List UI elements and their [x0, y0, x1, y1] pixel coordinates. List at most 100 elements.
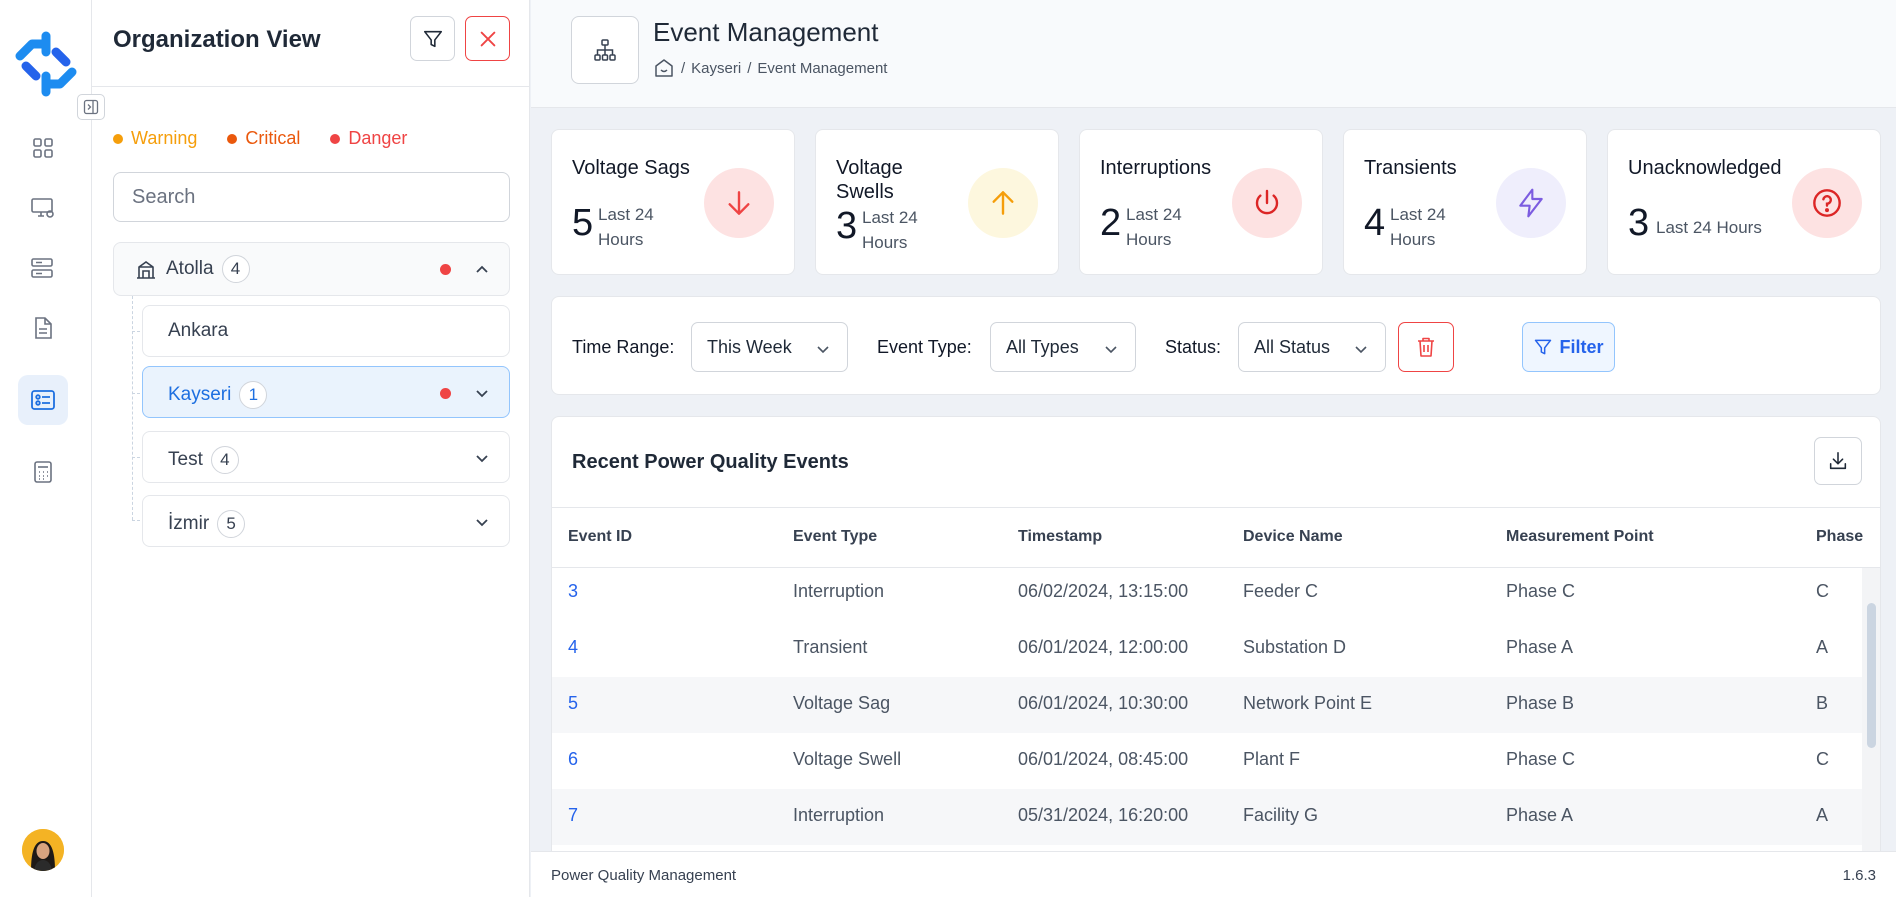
phase-cell: C: [1816, 749, 1829, 769]
filter-button-label: Filter: [1559, 336, 1604, 357]
tree-node-atolla[interactable]: Atolla 4: [113, 242, 510, 296]
tree-node-label: Ankara: [168, 320, 229, 341]
event-id-link[interactable]: 7: [568, 805, 578, 826]
danger-dot: [330, 133, 341, 144]
download-button[interactable]: [1814, 437, 1862, 485]
card-subtitle: Last 24 Hours: [862, 208, 918, 252]
tree-connector: [132, 296, 133, 520]
tree-node-label: Atolla: [166, 258, 214, 279]
nav-rail: [0, 0, 92, 897]
footer-app-name: Power Quality Management: [551, 867, 737, 884]
card-subtitle: Last 24 Hours: [1126, 205, 1182, 249]
calculator-icon[interactable]: [18, 447, 68, 497]
column-header[interactable]: Device Name: [1243, 528, 1343, 546]
column-header[interactable]: Timestamp: [1018, 528, 1102, 546]
select-value: All Status: [1254, 336, 1331, 357]
timestamp-cell: 06/01/2024, 10:30:00: [1018, 693, 1189, 713]
column-header[interactable]: Event ID: [568, 528, 632, 546]
dashboard-icon[interactable]: [18, 123, 68, 173]
chevron-down-icon[interactable]: [473, 449, 491, 467]
stat-card-interruptions: Interruptions 2 Last 24 Hours: [1079, 129, 1323, 275]
chevron-up-icon[interactable]: [473, 261, 491, 279]
filter-button[interactable]: [410, 16, 455, 61]
legend-danger: Danger: [330, 128, 407, 149]
breadcrumb-separator: /: [681, 59, 686, 77]
breadcrumb-item: Event Management: [757, 59, 888, 77]
table-row[interactable]: 3 Interruption 06/02/2024, 13:15:00 Feed…: [552, 565, 1862, 621]
event-id-link[interactable]: 6: [568, 749, 578, 770]
scrollbar-thumb[interactable]: [1867, 603, 1876, 748]
tree-node-izmir[interactable]: İzmir 5: [142, 495, 510, 547]
warning-dot: [113, 133, 123, 144]
funnel-icon: [1535, 339, 1552, 355]
apply-filter-button[interactable]: Filter: [1522, 322, 1615, 372]
stat-card-transients: Transients 4 Last 24 Hours: [1343, 129, 1587, 275]
chevron-down-icon[interactable]: [473, 513, 491, 531]
close-button[interactable]: [465, 16, 510, 61]
event-id-link[interactable]: 5: [568, 693, 578, 714]
table-body: 3 Interruption 06/02/2024, 13:15:00 Feed…: [552, 565, 1880, 896]
arrow-up-icon: [968, 168, 1038, 238]
measurement-point-cell: Phase C: [1506, 749, 1576, 769]
legend-warning: Warning: [113, 128, 197, 149]
collapse-panel-button[interactable]: [77, 94, 105, 120]
column-header[interactable]: Phase: [1816, 528, 1863, 546]
card-value: 3: [1628, 202, 1650, 244]
timestamp-cell: 05/31/2024, 16:20:00: [1018, 805, 1189, 825]
card-subtitle: Last 24 Hours: [598, 205, 654, 249]
card-value: 4: [1364, 202, 1386, 244]
event-list-icon[interactable]: [18, 375, 68, 425]
stat-card-unacknowledged: Unacknowledged 3 Last 24 Hours: [1607, 129, 1881, 275]
measurement-point-cell: Phase A: [1506, 637, 1574, 657]
event-id-link[interactable]: 3: [568, 581, 578, 602]
phase-cell: A: [1816, 805, 1829, 825]
home-icon[interactable]: [653, 58, 675, 78]
monitor-settings-icon[interactable]: [18, 183, 68, 233]
card-title: Voltage Sags: [572, 157, 690, 179]
clear-filters-button[interactable]: [1398, 322, 1454, 372]
organization-panel-title: Organization View: [113, 26, 321, 53]
event-type-cell: Voltage Sag: [793, 693, 891, 713]
user-avatar[interactable]: [22, 829, 64, 871]
factory-icon: [137, 261, 155, 279]
tree-node-count: 5: [217, 510, 246, 538]
device-name-cell: Substation D: [1243, 637, 1347, 657]
chevron-down-icon[interactable]: [473, 384, 491, 402]
table-row[interactable]: 4 Transient 06/01/2024, 12:00:00 Substat…: [552, 621, 1862, 677]
tree-node-label: İzmir: [168, 513, 210, 534]
status-select[interactable]: All Status: [1238, 322, 1386, 372]
tree-node-count: 1: [239, 381, 268, 409]
tree-node-kayseri[interactable]: Kayseri 1: [142, 366, 510, 418]
download-icon: [1829, 451, 1847, 470]
tree-node-test[interactable]: Test 4: [142, 431, 510, 483]
table-row[interactable]: 7 Interruption 05/31/2024, 16:20:00 Faci…: [552, 789, 1862, 845]
timestamp-cell: 06/01/2024, 12:00:00: [1018, 637, 1189, 657]
column-header[interactable]: Measurement Point: [1506, 528, 1654, 546]
card-value: 2: [1100, 202, 1122, 244]
stat-card-voltage-sags: Voltage Sags 5 Last 24 Hours: [551, 129, 795, 275]
event-type-cell: Interruption: [793, 581, 885, 601]
table-row[interactable]: 5 Voltage Sag 06/01/2024, 10:30:00 Netwo…: [552, 677, 1862, 733]
severity-legend: Warning Critical Danger: [113, 128, 407, 149]
card-subtitle: Last 24 Hours: [1656, 218, 1762, 237]
table-scrollbar[interactable]: [1862, 568, 1880, 896]
lightning-icon: [1496, 168, 1566, 238]
time-range-select[interactable]: This Week: [691, 322, 848, 372]
app-logo[interactable]: [12, 30, 80, 98]
trash-icon: [1418, 337, 1434, 357]
server-settings-icon[interactable]: [18, 243, 68, 293]
card-value: 3: [836, 205, 858, 247]
time-range-label: Time Range:: [572, 337, 675, 357]
event-id-link[interactable]: 4: [568, 637, 578, 658]
column-header[interactable]: Event Type: [793, 528, 877, 546]
power-icon: [1232, 168, 1302, 238]
tree-node-ankara[interactable]: Ankara: [142, 305, 510, 357]
card-title: Interruptions: [1100, 157, 1212, 179]
breadcrumb-item[interactable]: Kayseri: [691, 60, 741, 77]
search-input[interactable]: [113, 172, 510, 222]
table-row[interactable]: 6 Voltage Swell 06/01/2024, 08:45:00 Pla…: [552, 733, 1862, 789]
document-icon[interactable]: [18, 303, 68, 353]
tree-node-label: Test: [168, 449, 203, 470]
danger-indicator: [440, 388, 451, 399]
event-type-select[interactable]: All Types: [990, 322, 1136, 372]
